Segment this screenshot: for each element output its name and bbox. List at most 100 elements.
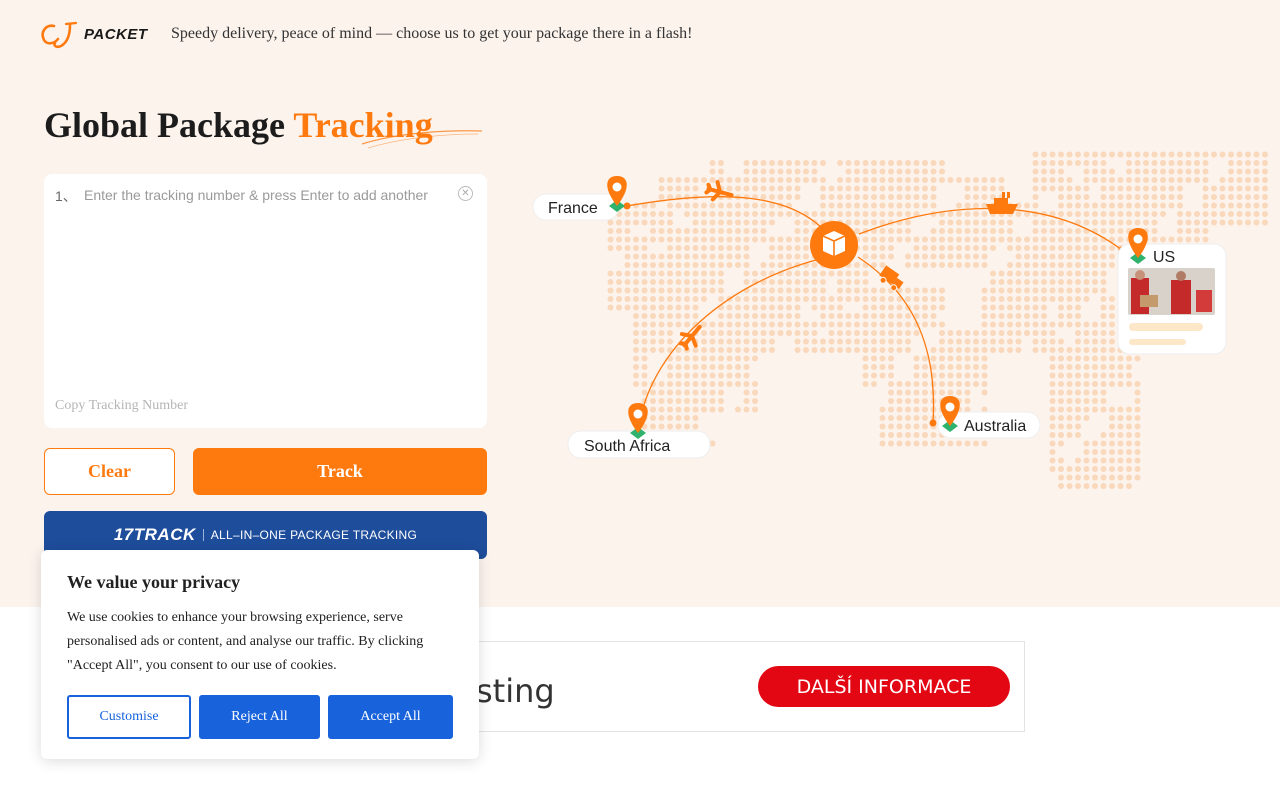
map-dot <box>973 211 979 217</box>
accept-all-button[interactable]: Accept All <box>328 695 453 739</box>
map-dot <box>675 253 682 260</box>
map-dot <box>964 372 971 379</box>
cj-packet-logo[interactable]: PACKET <box>40 18 152 50</box>
map-dot <box>1236 160 1243 166</box>
map-dot <box>862 202 869 209</box>
map-dot <box>709 355 716 362</box>
map-dot <box>1066 313 1073 319</box>
map-dot <box>633 372 639 379</box>
map-dot <box>1032 185 1039 192</box>
map-dot <box>956 381 962 387</box>
customise-button[interactable]: Customise <box>67 695 191 739</box>
map-dot <box>1041 185 1047 192</box>
map-dot <box>684 194 690 200</box>
map-dot <box>667 415 673 421</box>
map-dot <box>1083 398 1090 404</box>
map-dot <box>1015 330 1022 336</box>
map-dot <box>871 355 877 362</box>
map-dot <box>769 160 775 166</box>
map-dot <box>786 270 792 277</box>
map-dot <box>913 440 920 447</box>
map-dot <box>922 423 928 430</box>
map-dot <box>650 389 656 396</box>
map-dot <box>811 270 818 277</box>
map-dot <box>998 219 1005 226</box>
map-dot <box>1015 296 1022 302</box>
map-dot <box>701 262 707 268</box>
ad-more-info-button[interactable]: DALŠÍ INFORMACE <box>758 666 1010 707</box>
map-dot <box>1134 177 1141 183</box>
map-dot <box>862 313 869 319</box>
tracking-number-input[interactable] <box>84 184 444 206</box>
map-dot <box>718 381 724 387</box>
map-dot <box>1168 194 1175 200</box>
map-dot <box>981 287 988 294</box>
map-dot <box>684 202 690 209</box>
map-dot <box>1092 474 1098 481</box>
map-dot <box>726 177 733 183</box>
map-dot <box>658 415 665 421</box>
map-dot <box>811 160 818 166</box>
map-dot <box>862 219 869 226</box>
track-button[interactable]: Track <box>193 448 487 495</box>
map-dot <box>845 211 852 217</box>
map-dot <box>641 347 648 353</box>
map-dot <box>820 160 826 166</box>
map-dot <box>1049 151 1056 158</box>
map-dot <box>981 381 988 387</box>
map-dot <box>1058 423 1064 430</box>
map-dot <box>1202 194 1209 200</box>
map-dot <box>1134 202 1141 209</box>
map-dot <box>1117 466 1124 472</box>
map-dot <box>1126 168 1132 175</box>
map-dot <box>871 287 877 294</box>
map-dot <box>1075 185 1081 192</box>
map-dot <box>641 245 648 251</box>
map-dot <box>675 304 682 311</box>
map-dot <box>828 330 835 336</box>
map-dot <box>701 236 707 243</box>
map-dot <box>854 185 860 192</box>
map-dot <box>709 228 716 234</box>
map-dot <box>1007 245 1013 251</box>
map-dot <box>624 236 631 243</box>
map-dot <box>1126 355 1132 362</box>
map-dot <box>616 245 622 251</box>
map-dot <box>709 347 716 353</box>
map-dot <box>879 330 886 336</box>
map-dot <box>1126 415 1132 421</box>
map-dot <box>658 296 665 302</box>
map-dot <box>624 279 631 285</box>
map-dot <box>879 262 886 268</box>
map-dot <box>888 355 894 362</box>
map-dot <box>1134 432 1141 438</box>
map-dot <box>1066 474 1073 481</box>
advertisement-banner[interactable]: sting DALŠÍ INFORMACE <box>463 641 1025 732</box>
clear-button[interactable]: Clear <box>44 448 175 495</box>
map-dot <box>939 321 945 328</box>
reject-all-button[interactable]: Reject All <box>199 695 320 739</box>
map-dot <box>624 262 631 268</box>
map-dot <box>743 296 750 302</box>
map-dot <box>1117 406 1124 413</box>
map-dot <box>1032 313 1039 319</box>
map-dot <box>726 330 733 336</box>
map-dot <box>1075 483 1081 489</box>
map-dot <box>922 440 928 447</box>
map-dot <box>633 355 639 362</box>
map-dot <box>675 406 682 413</box>
map-dot <box>913 415 920 421</box>
map-dot <box>845 279 852 285</box>
clear-input-icon[interactable]: ✕ <box>458 186 473 201</box>
map-dot <box>777 330 784 336</box>
map-dot <box>1015 287 1022 294</box>
map-dot <box>998 330 1005 336</box>
map-dot <box>828 270 835 277</box>
copy-tracking-number-link[interactable]: Copy Tracking Number <box>55 398 188 414</box>
map-dot <box>1083 236 1090 243</box>
map-dot <box>1160 177 1166 183</box>
map-dot <box>879 321 886 328</box>
map-dot <box>1211 194 1217 200</box>
map-dot <box>650 321 656 328</box>
map-dot <box>896 338 903 345</box>
